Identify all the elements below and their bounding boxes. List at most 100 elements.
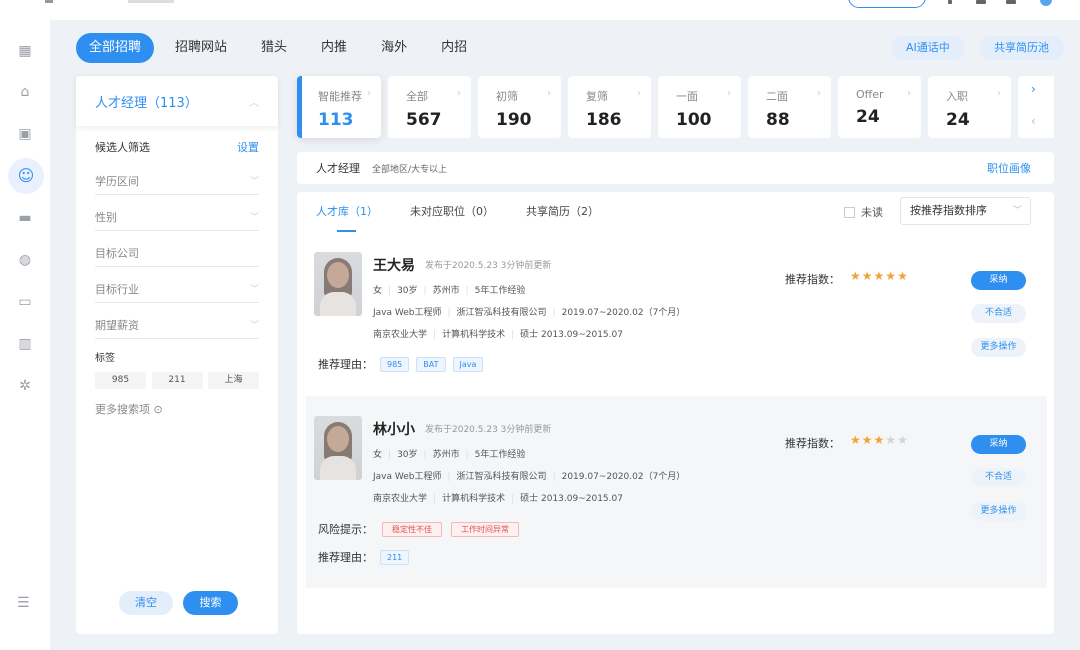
tab-unmatched[interactable]: 未对应职位（0） [410,192,494,232]
unread-checkbox[interactable] [844,206,855,218]
stat-value: 190 [496,110,532,130]
target-industry-select[interactable]: 目标行业 ﹀ [95,277,259,303]
tab-shared-resume[interactable]: 共享简历（2） [526,192,599,232]
candidate-card[interactable]: 林小小 发布于2020.5.23 3分钟前更新 女 | 30岁 | 苏州市 | 5年工作经验… [306,396,1047,588]
folder-icon[interactable]: ▬ [17,210,33,226]
work-period: 2019.07~2020.02（7个月） [561,472,686,482]
candidate-basic-info: 女 | 30岁 | 苏州市 | 5年工作经验 [373,450,526,460]
job-info-bar: 人才经理 全部地区/大专以上 职位画像 [297,152,1054,184]
city: 苏州市 [432,450,460,460]
expected-salary-select[interactable]: 期望薪资 ﹀ [95,313,259,339]
notification-icon[interactable] [1006,0,1016,4]
unread-filter[interactable]: 未读 [844,204,883,220]
reason-tag: BAT [416,356,446,372]
filter-settings-link[interactable]: 设置 [237,139,259,155]
scroll-prev-icon[interactable]: ‹ [1031,114,1036,128]
filter-title: 候选人筛选 [95,141,150,154]
stat-first-screen[interactable]: 初筛 190 › [478,76,561,138]
grid-icon[interactable]: ▦ [17,43,33,59]
candidate-photo [314,416,362,480]
stat-onboard[interactable]: 入职 24 › [928,76,1011,138]
chevron-up-icon: ︿ [249,97,259,109]
logo-text-fragment [128,0,174,3]
header-button[interactable] [848,0,926,8]
star-filled-icon: ★ [897,269,909,283]
stat-all[interactable]: 全部 567 › [388,76,471,138]
accept-button[interactable]: 采纳 [971,435,1026,454]
tab-talent-pool[interactable]: 人才库（1） [316,192,378,232]
company: 浙江智泓科技有限公司 [456,472,547,482]
tab-all-recruit[interactable]: 全部招聘 [76,33,155,63]
sort-select[interactable]: 按推荐指数排序 ﹀ [900,197,1031,225]
avatar[interactable] [1040,0,1052,6]
education-select[interactable]: 学历区间 ﹀ [95,169,259,195]
job-portrait-link[interactable]: 职位画像 [987,160,1031,176]
tab-internal[interactable]: 内招 [428,33,480,63]
more-icon[interactable] [948,0,952,4]
star-filled-icon: ★ [850,433,862,447]
candidate-name[interactable]: 林小小 [373,419,415,439]
risk-tag: 工作时间异常 [451,521,519,537]
tag-list: 985 211 上海 [95,372,259,389]
menu-collapse-icon[interactable]: ☰ [17,595,30,611]
score-label: 推荐指数： [785,273,840,286]
settings-icon[interactable]: ✲ [17,378,33,394]
more-actions-button[interactable]: 更多操作 [971,338,1026,357]
clear-button[interactable]: 清空 [119,591,173,615]
monitor-icon[interactable]: ▭ [17,294,33,310]
candidate-education-info: 南京农业大学 | 计算机科学技术 | 硕士 2013.09~2015.07 [373,494,623,504]
candidate-name[interactable]: 王大易 [373,255,415,275]
icon-rail: ▦ ⌂ ▣ ☺ ▬ ◍ ▭ ▥ ✲ ☰ [0,20,50,650]
message-icon[interactable] [976,0,986,4]
stat-second-interview[interactable]: 二面 88 › [748,76,831,138]
logo-fragment [45,0,53,3]
chevron-right-icon: › [997,88,1001,99]
reject-button[interactable]: 不合适 [971,468,1026,487]
search-button[interactable]: 搜索 [183,591,238,615]
reason-tag: 211 [380,549,410,565]
star-filled-icon: ★ [873,269,886,283]
users-icon[interactable]: ☺ [8,158,44,194]
ai-call-button[interactable]: AI通话中 [891,36,965,60]
tag-chip[interactable]: 985 [95,372,146,389]
chevron-down-icon: ﹀ [249,321,259,331]
stat-label: 全部 [406,90,428,103]
shared-resume-pool-button[interactable]: 共享简历池 [979,36,1064,60]
tag-section: 标签 985 211 上海 [95,349,259,389]
tab-headhunter[interactable]: 猎头 [248,33,300,63]
more-search-options[interactable]: 更多搜索项 ⊙ [95,401,259,417]
chevron-down-icon: ﹀ [249,177,259,187]
stat-first-interview[interactable]: 一面 100 › [658,76,741,138]
target-company-input[interactable]: 目标公司 [95,241,259,267]
star-filled-icon: ★ [885,269,898,283]
briefcase-icon[interactable]: ▣ [17,126,33,142]
experience: 5年工作经验 [474,286,526,296]
reject-button[interactable]: 不合适 [971,304,1026,323]
accept-button[interactable]: 采纳 [971,271,1026,290]
candidate-updated: 发布于2020.5.23 3分钟前更新 [425,261,552,271]
tag-chip[interactable]: 211 [151,372,203,389]
globe-icon[interactable]: ◍ [17,252,33,268]
stat-second-screen[interactable]: 复筛 186 › [568,76,651,138]
stat-smart-recommend[interactable]: 智能推荐 113 › [297,76,381,138]
job-selector[interactable]: 人才经理（113） ︿ [76,76,278,126]
filter-panel: 人才经理（113） ︿ 候选人筛选 设置 学历区间 ﹀ 性别 ﹀ 目标公司 目标行业… [76,76,278,634]
stat-label: 智能推荐 [318,90,362,103]
position: Java Web工程师 [373,472,442,482]
stat-label: 复筛 [586,90,608,103]
scroll-next-icon[interactable]: › [1031,82,1036,96]
tab-recruit-sites[interactable]: 招聘网站 [162,33,240,63]
chart-icon[interactable]: ▥ [17,336,33,352]
star-empty-icon: ★ [897,433,909,447]
stat-offer[interactable]: Offer 24 › [838,76,921,138]
home-icon[interactable]: ⌂ [17,84,33,100]
stat-value: 100 [676,110,712,130]
star-empty-icon: ★ [885,433,898,447]
more-actions-button[interactable]: 更多操作 [971,502,1026,521]
tag-chip[interactable]: 上海 [208,372,259,389]
tab-overseas[interactable]: 海外 [368,33,420,63]
candidate-card[interactable]: 王大易 发布于2020.5.23 3分钟前更新 女 | 30岁 | 苏州市 | 5年工作经验… [306,236,1047,394]
gender-select[interactable]: 性别 ﹀ [95,205,259,231]
tab-referral[interactable]: 内推 [308,33,360,63]
risk-label: 风险提示： [318,523,373,536]
